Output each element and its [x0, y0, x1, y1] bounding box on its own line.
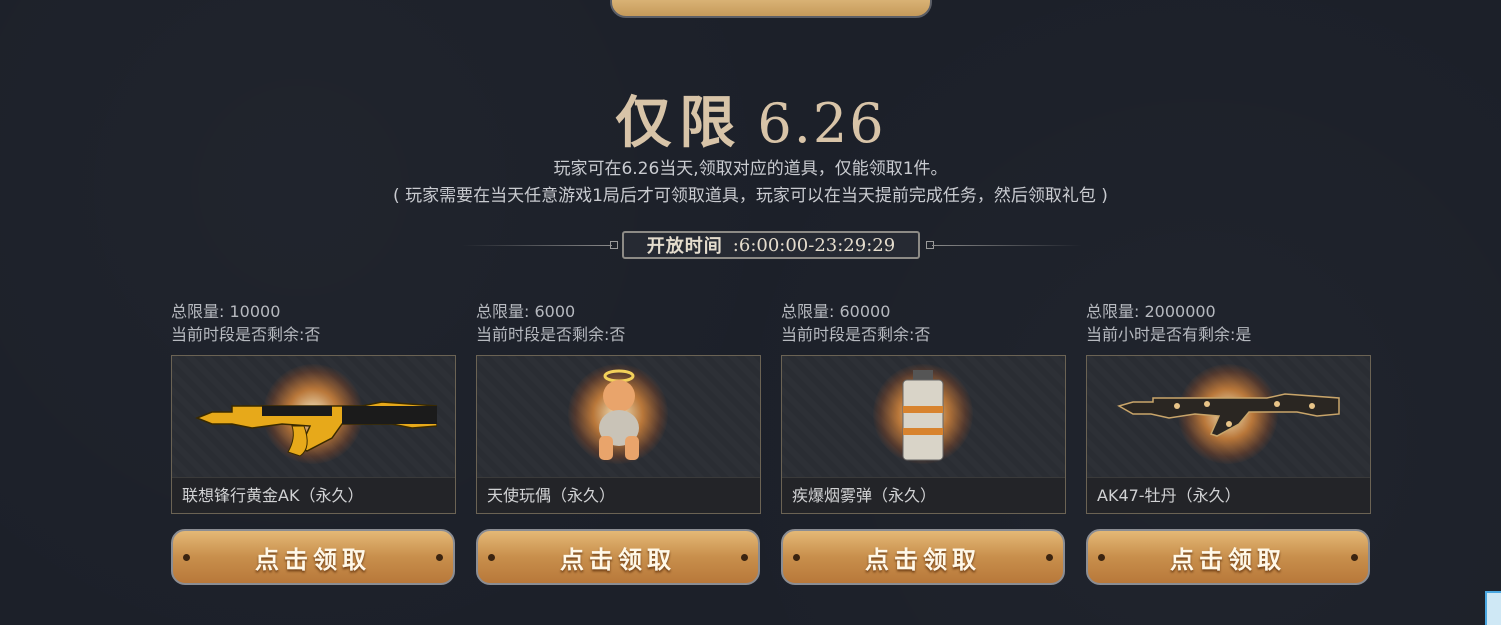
item-name: 天使玩偶（永久） — [477, 477, 760, 513]
item-card: 总限量: 2000000 当前小时是否有剩余:是 AK47-牡丹（永久） 点击领… — [1086, 300, 1371, 585]
item-limit: 总限量: 2000000 — [1086, 302, 1216, 321]
rivet-icon — [741, 554, 748, 561]
rivet-icon — [1351, 554, 1358, 561]
title-date: 6.26 — [757, 92, 886, 155]
rivet-icon — [488, 554, 495, 561]
scrollbar-corner[interactable] — [1485, 591, 1501, 625]
claim-button[interactable]: 点击领取 — [171, 529, 455, 585]
rivet-icon — [1046, 554, 1053, 561]
smoke-grenade-icon — [902, 370, 944, 461]
claim-button-label: 点击领取 — [255, 544, 371, 574]
item-image: 疾爆烟雾弹（永久） — [781, 355, 1066, 514]
item-remaining: 当前时段是否剩余:否 — [476, 325, 626, 344]
item-remaining: 当前时段是否剩余:否 — [171, 325, 321, 344]
item-name: 联想锋行黄金AK（永久） — [172, 477, 455, 513]
claim-button[interactable]: 点击领取 — [476, 529, 760, 585]
rivet-icon — [183, 554, 190, 561]
top-tab[interactable] — [610, 0, 932, 18]
item-card: 总限量: 10000 当前时段是否剩余:否 联想锋行黄金AK（永久） 点击领取 — [171, 300, 456, 585]
item-name: AK47-牡丹（永久） — [1087, 477, 1370, 513]
claim-button[interactable]: 点击领取 — [781, 529, 1065, 585]
open-time-box: 开放时间 :6:00:00-23:29:29 — [622, 231, 920, 259]
description-line-1: 玩家可在6.26当天,领取对应的道具，仅能领取1件。 — [553, 159, 948, 179]
claim-button-label: 点击领取 — [865, 544, 981, 574]
item-remaining: 当前小时是否有剩余:是 — [1086, 325, 1252, 344]
rivet-icon — [1098, 554, 1105, 561]
peony-ak47-rifle-icon — [1117, 393, 1340, 437]
item-image: 天使玩偶（永久） — [476, 355, 761, 514]
open-time-value: :6:00:00-23:29:29 — [732, 234, 896, 256]
claim-button-label: 点击领取 — [560, 544, 676, 574]
rivet-icon — [793, 554, 800, 561]
description-line-2: ( 玩家需要在当天任意游戏1局后才可领取道具，玩家可以在当天提前完成任务，然后领… — [393, 186, 1108, 206]
open-time-label: 开放时间 — [646, 236, 723, 257]
claim-button-label: 点击领取 — [1170, 544, 1286, 574]
item-limit: 总限量: 60000 — [781, 302, 891, 321]
rivet-icon — [436, 554, 443, 561]
item-remaining: 当前时段是否剩余:否 — [781, 325, 931, 344]
divider-left — [462, 245, 612, 246]
item-image: 联想锋行黄金AK（永久） — [171, 355, 456, 514]
item-image: AK47-牡丹（永久） — [1086, 355, 1371, 514]
item-limit: 总限量: 6000 — [476, 302, 576, 321]
golden-ak-rifle-icon — [194, 401, 437, 457]
page-title: 仅限 6.26 — [0, 78, 1501, 159]
open-time-bar: 开放时间 :6:00:00-23:29:29 — [462, 231, 1082, 261]
title-label: 仅限 — [615, 90, 744, 156]
claim-button[interactable]: 点击领取 — [1086, 529, 1370, 585]
item-name: 疾爆烟雾弹（永久） — [782, 477, 1065, 513]
divider-ornament-left — [610, 241, 618, 249]
item-limit: 总限量: 10000 — [171, 302, 281, 321]
item-card: 总限量: 60000 当前时段是否剩余:否 疾爆烟雾弹（永久） 点击领取 — [781, 300, 1066, 585]
item-card: 总限量: 6000 当前时段是否剩余:否 天使玩偶（永久） 点击领取 — [476, 300, 761, 585]
angel-doll-icon — [599, 369, 639, 460]
divider-right — [932, 245, 1082, 246]
